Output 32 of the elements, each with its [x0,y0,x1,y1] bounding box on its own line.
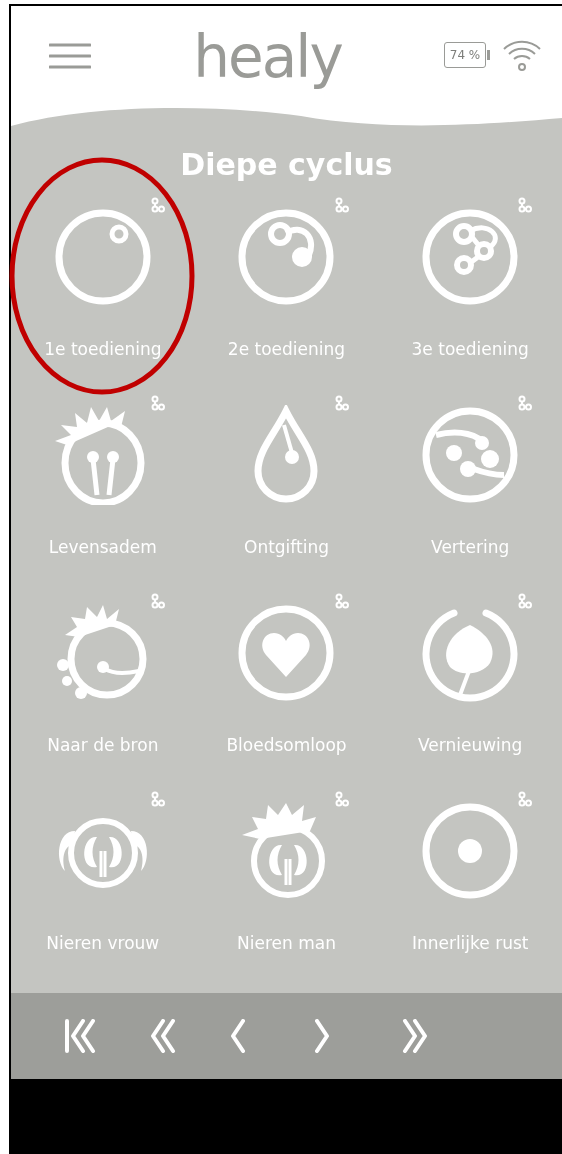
chevron-right-icon [315,1019,329,1053]
program-label[interactable]: Innerlijke rust [411,933,529,953]
program-label[interactable]: 1e toediening [44,339,162,359]
screen-title: Diepe cyclus [179,146,394,184]
chevron-left-icon [231,1019,245,1053]
link-icon [151,593,165,609]
program-label[interactable]: Ontgifting [244,537,329,557]
link-icon [518,197,533,213]
ring-icon[interactable] [52,207,153,307]
program-label[interactable]: Nieren vrouw [46,933,160,953]
program-label[interactable]: Nieren man [237,933,336,953]
link-icon [151,395,165,411]
battery-tip [487,50,490,60]
program-label[interactable]: Vernieuwing [417,735,523,755]
link-icon [518,791,533,807]
link-icon [334,791,349,807]
program-label[interactable]: Bloedsomloop [226,735,347,755]
menu-icon[interactable] [49,43,91,69]
skip-back-icon [63,1019,97,1053]
program-label[interactable]: Levensadem [48,537,157,557]
link-icon [518,395,533,411]
program-label[interactable]: 3e toediening [411,339,529,359]
battery-indicator: 74 % [444,42,486,68]
link-icon [334,395,349,411]
program-label[interactable]: 2e toediening [227,339,346,359]
link-icon [518,593,533,609]
link-icon [151,197,165,213]
link-icon [151,791,165,807]
program-label[interactable]: Vertering [431,537,510,557]
link-icon [334,197,349,213]
link-icon [334,593,349,609]
program-label[interactable]: Naar de bron [47,735,159,755]
